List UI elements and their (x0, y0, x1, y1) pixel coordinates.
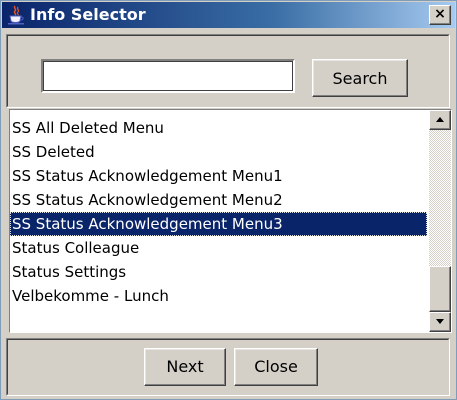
window-title: Info Selector (30, 5, 146, 24)
button-panel: Next Close (6, 338, 450, 396)
arrow-down-icon (436, 319, 444, 324)
vertical-scrollbar[interactable] (429, 110, 451, 332)
scroll-down-button[interactable] (429, 312, 451, 332)
scroll-up-button[interactable] (429, 110, 451, 130)
close-button[interactable]: Close (234, 348, 318, 386)
item-list-panel: SS All Deleted Menu SS Deleted SS Status A… (9, 109, 452, 333)
list-item[interactable]: Velbekomme - Lunch (10, 284, 427, 308)
search-panel: Search (6, 34, 450, 108)
list-item[interactable]: SS Deleted (10, 140, 427, 164)
button-panel-inner (7, 339, 449, 395)
list-item[interactable]: Status Settings (10, 260, 427, 284)
list-item[interactable]: SS All Deleted Menu (10, 116, 427, 140)
search-button[interactable]: Search (312, 59, 408, 97)
list-item[interactable]: SS Status Acknowledgement Menu2 (10, 188, 427, 212)
search-input[interactable] (41, 59, 295, 93)
close-window-button[interactable]: × (429, 5, 451, 25)
next-button[interactable]: Next (144, 348, 226, 386)
close-icon: × (434, 6, 446, 22)
list-item[interactable]: SS Status Acknowledgement Menu3 (10, 212, 427, 236)
item-list[interactable]: SS All Deleted Menu SS Deleted SS Status A… (10, 110, 427, 332)
java-cup-icon (6, 5, 26, 25)
arrow-up-icon (436, 117, 444, 122)
info-selector-window: Info Selector × Search SS All Deleted Me… (0, 0, 457, 400)
list-items: SS All Deleted Menu SS Deleted SS Status A… (10, 110, 427, 308)
title-bar[interactable]: Info Selector × (2, 2, 455, 28)
scroll-thumb[interactable] (429, 266, 451, 312)
list-item[interactable]: Status Colleague (10, 236, 427, 260)
list-item[interactable]: SS Status Acknowledgement Menu1 (10, 164, 427, 188)
